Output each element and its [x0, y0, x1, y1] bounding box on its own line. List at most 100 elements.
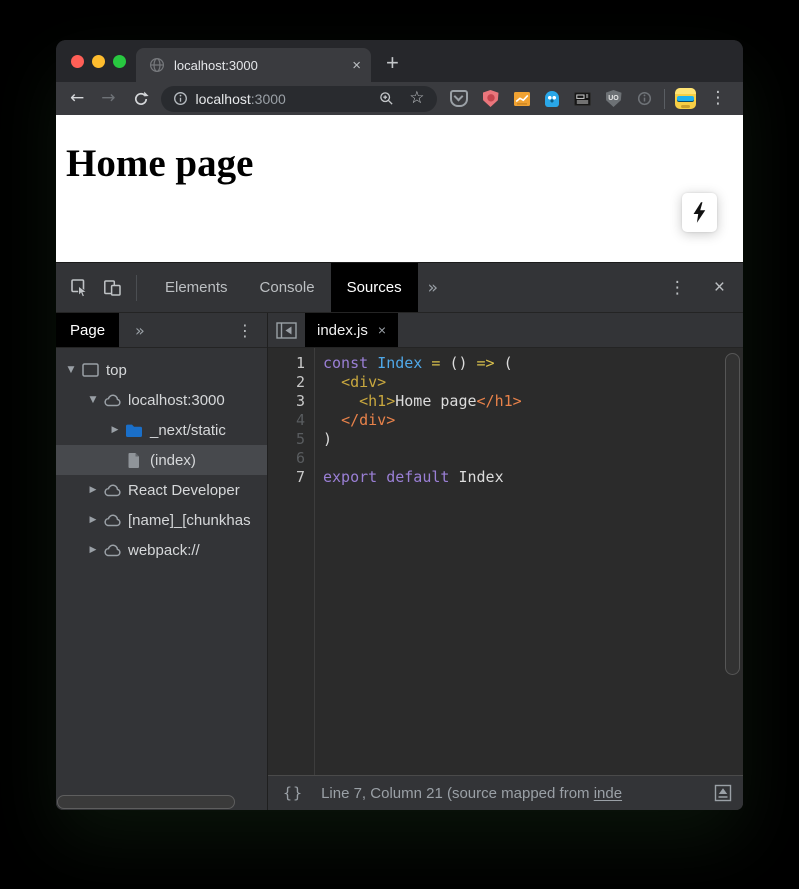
code-token	[323, 373, 341, 391]
expand-panel-icon[interactable]	[713, 783, 733, 803]
folder-icon	[124, 423, 144, 438]
info-icon[interactable]	[173, 91, 188, 106]
device-toolbar-icon[interactable]	[103, 278, 122, 297]
navigator-header: Page » ⋮	[56, 313, 267, 348]
cloud-icon	[102, 513, 122, 527]
page-viewport: Home page	[56, 115, 743, 262]
tree-item-label: [name]_[chunkhas	[128, 512, 251, 529]
code-token: const	[323, 354, 368, 372]
chevron-right-icon[interactable]: ▶	[86, 515, 100, 525]
line-number: 2	[268, 373, 305, 392]
tab-close-icon[interactable]: ×	[352, 58, 361, 73]
close-icon[interactable]: ×	[378, 322, 386, 338]
chevron-right-icon[interactable]: ▶	[108, 425, 122, 435]
tab-title: localhost:3000	[174, 58, 352, 73]
minimize-window-button[interactable]	[92, 55, 105, 68]
tree-item-chunkhash[interactable]: ▶ [name]_[chunkhas	[56, 505, 267, 535]
line-number: 5	[268, 430, 305, 449]
tab-elements[interactable]: Elements	[149, 263, 244, 312]
code-line: const Index = () => (	[323, 354, 724, 373]
tree-item-top[interactable]: ▼ top	[56, 355, 267, 385]
forward-button[interactable]: →	[101, 90, 115, 107]
more-tabs-icon[interactable]: »	[428, 278, 438, 298]
adblock-shield-icon[interactable]	[483, 90, 499, 107]
code-token: export	[323, 468, 377, 486]
zoom-icon[interactable]	[379, 91, 394, 106]
page-heading: Home page	[66, 141, 253, 186]
file-tree: ▼ top ▼ localhost:3000	[56, 348, 267, 810]
chevron-right-icon[interactable]: ▶	[86, 485, 100, 495]
code-line	[323, 449, 724, 468]
nextjs-prerender-indicator[interactable]	[682, 193, 717, 232]
tab-page[interactable]: Page	[56, 313, 119, 347]
horizontal-scrollbar[interactable]	[57, 795, 235, 809]
vertical-scrollbar[interactable]	[724, 348, 743, 775]
extensions-row: UO	[450, 90, 652, 107]
scrollbar-thumb[interactable]	[725, 353, 740, 675]
code-token: (	[495, 354, 513, 372]
line-number: 1	[268, 354, 305, 373]
bookmark-star-icon[interactable]: ☆	[409, 90, 424, 107]
pocket-icon[interactable]	[450, 90, 468, 107]
pretty-print-icon[interactable]: {}	[283, 784, 303, 802]
browser-tab[interactable]: localhost:3000 ×	[136, 48, 371, 82]
cloud-icon	[102, 393, 122, 407]
devtools-close-icon[interactable]: ×	[714, 278, 725, 297]
inspect-icon[interactable]	[70, 278, 89, 297]
ublock-shield-icon[interactable]: UO	[606, 90, 622, 107]
chevron-right-icon[interactable]: ▶	[86, 545, 100, 555]
code-token	[323, 411, 341, 429]
tree-item-label: React Developer	[128, 482, 240, 499]
back-button[interactable]: ←	[70, 90, 84, 107]
analytics-icon[interactable]	[514, 92, 530, 106]
line-number: 6	[268, 449, 305, 468]
tree-item-label: webpack://	[128, 542, 200, 559]
reload-button[interactable]	[133, 91, 149, 107]
cursor-position-text: Line 7, Column 21 (source mapped from in…	[321, 785, 707, 802]
chevron-down-icon[interactable]: ▼	[86, 395, 100, 405]
globe-icon	[149, 57, 165, 73]
chevron-down-icon[interactable]: ▼	[64, 365, 78, 375]
tab-sources[interactable]: Sources	[331, 263, 418, 312]
code-editor[interactable]: 1 2 3 4 5 6 7 const Index = () => ( <div…	[268, 348, 743, 775]
ghostery-icon[interactable]	[545, 91, 559, 107]
code-token: Index	[458, 468, 503, 486]
lightning-icon	[693, 202, 706, 223]
source-map-link[interactable]: inde	[594, 785, 622, 802]
code-token: Home page	[395, 392, 476, 410]
close-window-button[interactable]	[71, 55, 84, 68]
address-bar[interactable]: localhost:3000 ☆	[161, 86, 437, 112]
desktop: localhost:3000 × + ← → localhost:3000	[0, 0, 799, 889]
code-token: Index	[377, 354, 422, 372]
navigator-menu-icon[interactable]: ⋮	[237, 321, 253, 340]
tree-item-webpack[interactable]: ▶ webpack://	[56, 535, 267, 565]
more-tabs-icon[interactable]: »	[135, 321, 145, 340]
newspaper-icon[interactable]	[574, 92, 591, 106]
tree-item-label: localhost:3000	[128, 392, 225, 409]
tree-item-react-devtools[interactable]: ▶ React Developer	[56, 475, 267, 505]
code-token: default	[386, 468, 449, 486]
file-tab-label: index.js	[317, 322, 368, 339]
tree-item-localhost[interactable]: ▼ localhost:3000	[56, 385, 267, 415]
file-tab-indexjs[interactable]: index.js ×	[305, 313, 398, 347]
new-tab-button[interactable]: +	[386, 52, 399, 74]
line-number-gutter: 1 2 3 4 5 6 7	[268, 348, 315, 775]
devtools-menu-icon[interactable]: ⋮	[669, 278, 686, 298]
url-port: :3000	[251, 91, 286, 107]
tree-item-next-static[interactable]: ▶ _next/static	[56, 415, 267, 445]
code-token: ()	[449, 354, 467, 372]
code-token	[323, 392, 359, 410]
toolbar-divider	[136, 275, 137, 301]
browser-menu-icon[interactable]: ⋮	[710, 90, 727, 107]
tree-item-index[interactable]: (index)	[56, 445, 267, 475]
devtools-panel: Elements Console Sources » ⋮ × Page » ⋮	[56, 262, 743, 810]
hide-navigator-icon[interactable]	[276, 322, 297, 339]
code-token	[368, 354, 377, 372]
code-token: <h1>	[359, 392, 395, 410]
extension-info-icon[interactable]	[637, 91, 652, 106]
tab-console[interactable]: Console	[244, 263, 331, 312]
sources-editor: index.js × 1 2 3 4 5 6 7	[268, 313, 743, 810]
code-line: )	[323, 430, 724, 449]
zoom-window-button[interactable]	[113, 55, 126, 68]
profile-avatar[interactable]	[675, 88, 696, 109]
